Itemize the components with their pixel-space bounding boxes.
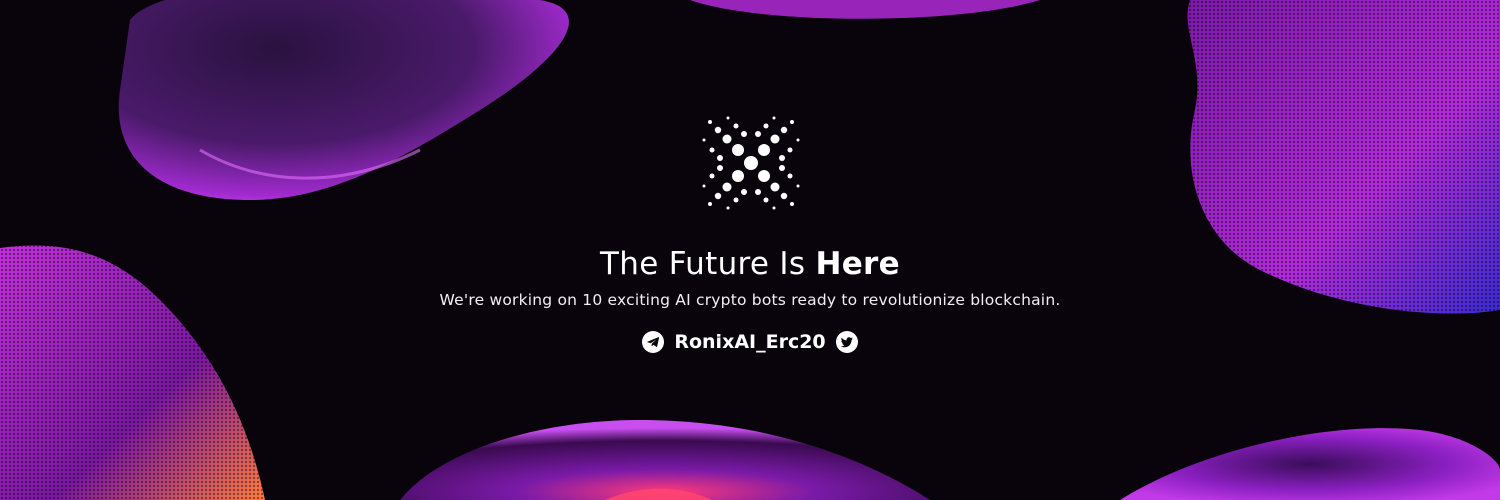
header-banner: The Future Is Here We're working on 10 e… [0, 0, 1500, 500]
tagline: We're working on 10 exciting AI crypto b… [439, 291, 1061, 309]
headline-bold: Here [815, 246, 900, 282]
social-handle[interactable]: RonixAI_Erc20 [674, 329, 825, 355]
logo-icon [702, 116, 800, 210]
twitter-icon[interactable] [835, 331, 858, 353]
headline: The Future Is Here [0, 244, 1500, 284]
telegram-icon[interactable] [642, 331, 665, 353]
social-handle-row: RonixAI_Erc20 [0, 329, 1500, 355]
headline-regular: The Future Is [600, 246, 806, 282]
